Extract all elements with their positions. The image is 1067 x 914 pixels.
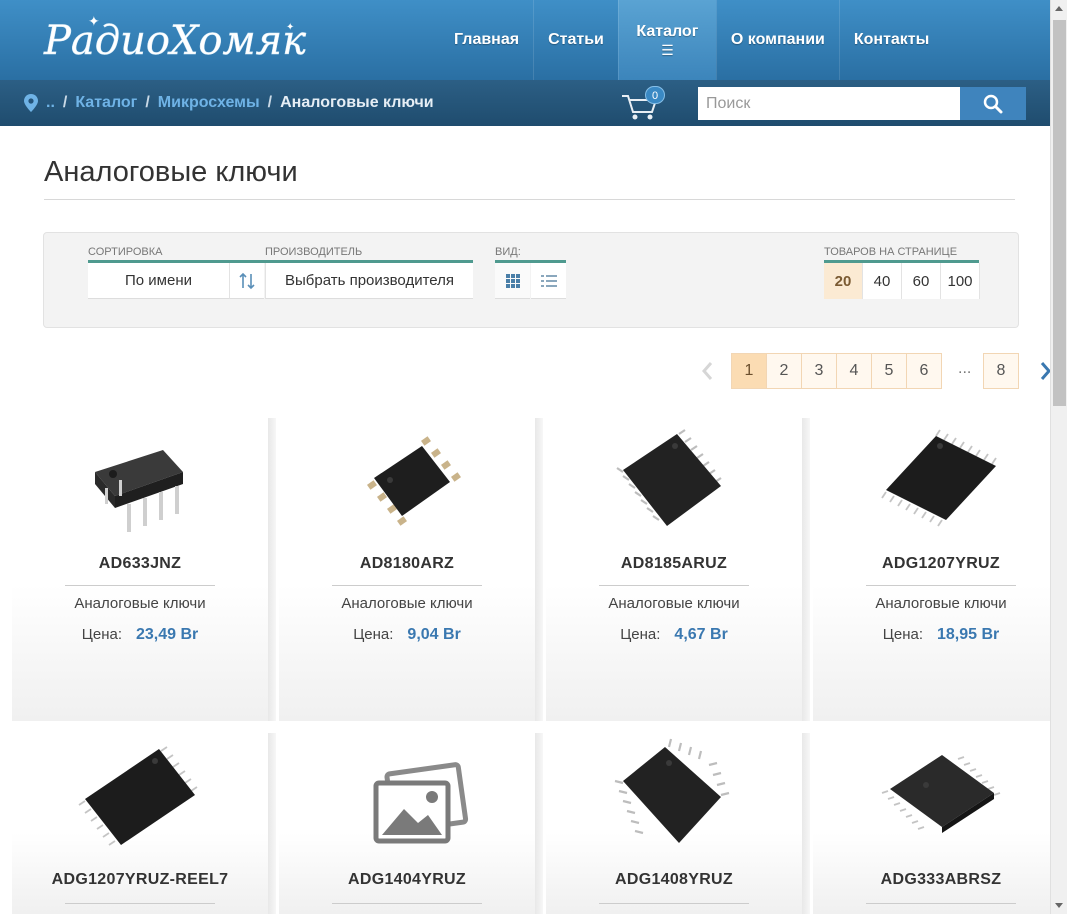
sort-arrows-icon [239, 272, 255, 289]
product-category: Аналоговые ключи [875, 595, 1007, 612]
page-scrollbar[interactable] [1050, 0, 1067, 914]
nav-home[interactable]: Главная [440, 0, 533, 80]
breadcrumb-catalog[interactable]: Каталог [75, 94, 137, 112]
product-card[interactable]: ADG333ABRSZ [813, 733, 1067, 914]
sort-value: По имени [125, 272, 192, 289]
nav-contacts[interactable]: Контакты [838, 0, 943, 80]
filter-panel: СОРТИРОВКА ПРОИЗВОДИТЕЛЬ По имени Выбрат… [43, 232, 1019, 328]
manufacturer-select[interactable]: Выбрать производителя [265, 263, 473, 299]
perpage-label: ТОВАРОВ НА СТРАНИЦЕ [824, 246, 958, 258]
page-4[interactable]: 4 [836, 353, 872, 389]
product-card[interactable]: ADG1207YRUZ Аналоговые ключи Цена: 18,95 … [813, 418, 1067, 721]
product-name[interactable]: ADG1207YRUZ-REEL7 [12, 871, 268, 889]
title-divider [44, 199, 1015, 200]
product-name[interactable]: ADG1207YRUZ [813, 555, 1067, 573]
placeholder-photo-icon[interactable] [342, 737, 472, 861]
breadcrumb-separator: / [145, 94, 150, 111]
tssop-chip-image[interactable] [609, 422, 739, 546]
main-nav: Главная Статьи Каталог ☰ О компании Конт… [440, 0, 943, 80]
page-1[interactable]: 1 [731, 353, 767, 389]
breadcrumb-root[interactable]: .. [46, 94, 55, 112]
product-price: Цена: 23,49 Br [81, 626, 199, 643]
location-pin-icon [24, 94, 38, 112]
breadcrumb-separator: / [267, 94, 273, 111]
nav-articles-label: Статьи [548, 31, 604, 48]
view-label: ВИД: [495, 246, 521, 258]
product-card[interactable]: ADG1207YRUZ-REEL7 [12, 733, 276, 914]
ssop-chip-image[interactable] [876, 737, 1006, 861]
product-name[interactable]: AD8185ARUZ [546, 555, 802, 573]
product-price: Цена: 18,95 Br [882, 626, 1000, 643]
product-card[interactable]: ADG1408YRUZ [546, 733, 810, 914]
breadcrumb-separator: / [62, 94, 68, 111]
product-category: Аналоговые ключи [74, 595, 206, 612]
scroll-thumb[interactable] [1053, 20, 1066, 406]
nav-about-label: О компании [730, 31, 825, 48]
perpage-option-60[interactable]: 60 [902, 263, 941, 299]
list-view-button[interactable] [531, 263, 566, 299]
tssop-chip-image[interactable] [609, 737, 739, 861]
svg-text:✦: ✦ [88, 13, 100, 29]
manufacturer-label: ПРОИЗВОДИТЕЛЬ [265, 246, 363, 258]
tssop-long-chip-image[interactable] [75, 737, 205, 861]
prev-page-icon[interactable] [700, 360, 716, 382]
pagination: 1 2 3 4 5 6 [731, 353, 942, 389]
cart-count-badge: 0 [645, 86, 665, 104]
logo-text: РадиоХомяк [43, 18, 306, 64]
manufacturer-value: Выбрать производителя [284, 272, 454, 289]
sort-direction-button[interactable] [229, 263, 264, 299]
nav-about[interactable]: О компании [715, 0, 839, 80]
breadcrumb-current: Аналоговые ключи [280, 94, 434, 111]
product-price: Цена: 4,67 Br [620, 626, 728, 643]
page-5[interactable]: 5 [871, 353, 907, 389]
product-price: Цена: 9,04 Br [353, 626, 461, 643]
search-input[interactable] [698, 87, 960, 120]
sort-label: СОРТИРОВКА [88, 246, 163, 258]
product-name[interactable]: AD8180ARZ [279, 555, 535, 573]
product-card[interactable]: AD8180ARZ Аналоговые ключи Цена: 9,04 Br [279, 418, 543, 721]
site-logo[interactable]: РадиоХомяк ✦ ✦ [42, 10, 312, 70]
breadcrumb-chips[interactable]: Микросхемы [158, 94, 260, 112]
perpage-option-20[interactable]: 20 [824, 263, 863, 299]
perpage-options: 20 40 60 100 [824, 263, 980, 299]
svg-text:✦: ✦ [286, 22, 294, 33]
scroll-down-icon[interactable] [1055, 903, 1063, 908]
nav-catalog[interactable]: Каталог ☰ [617, 0, 716, 80]
page-6[interactable]: 6 [906, 353, 942, 389]
search-icon [983, 94, 1003, 113]
nav-catalog-label: Каталог [636, 23, 699, 40]
grid-view-button[interactable] [495, 263, 530, 299]
site-header: РадиоХомяк ✦ ✦ Главная Статьи Каталог ☰ … [0, 0, 1050, 80]
nav-contacts-label: Контакты [853, 31, 930, 48]
pagination-ellipsis: ... [958, 360, 972, 377]
scroll-up-icon[interactable] [1055, 6, 1063, 11]
product-name[interactable]: AD633JNZ [12, 555, 268, 573]
product-name[interactable]: ADG1404YRUZ [279, 871, 535, 889]
product-category: Аналоговые ключи [608, 595, 740, 612]
tssop-long-chip-image[interactable] [876, 422, 1006, 546]
product-card[interactable]: ADG1404YRUZ [279, 733, 543, 914]
perpage-option-40[interactable]: 40 [863, 263, 902, 299]
sort-select[interactable]: По имени [88, 263, 229, 299]
breadcrumb: .. / Каталог / Микросхемы / Аналоговые к… [24, 80, 434, 126]
soic8-chip-image[interactable] [342, 422, 472, 546]
nav-home-label: Главная [454, 31, 520, 48]
page-title: Аналоговые ключи [44, 156, 298, 188]
perpage-option-100[interactable]: 100 [941, 263, 980, 299]
nav-articles[interactable]: Статьи [533, 0, 618, 80]
product-category: Аналоговые ключи [341, 595, 473, 612]
product-name[interactable]: ADG333ABRSZ [813, 871, 1067, 889]
menu-burger-icon: ☰ [661, 42, 674, 58]
search-button[interactable] [960, 87, 1026, 120]
grid-icon [505, 273, 520, 288]
page-3[interactable]: 3 [801, 353, 837, 389]
page-2[interactable]: 2 [766, 353, 802, 389]
list-icon [540, 274, 557, 287]
product-card[interactable]: AD633JNZ Аналоговые ключи Цена: 23,49 Br [12, 418, 276, 721]
page-last[interactable]: 8 [983, 353, 1019, 389]
product-card[interactable]: AD8185ARUZ Аналоговые ключи Цена: 4,67 Br [546, 418, 810, 721]
product-name[interactable]: ADG1408YRUZ [546, 871, 802, 889]
pagination-last: 8 [983, 353, 1019, 389]
dip-chip-image[interactable] [75, 422, 205, 546]
